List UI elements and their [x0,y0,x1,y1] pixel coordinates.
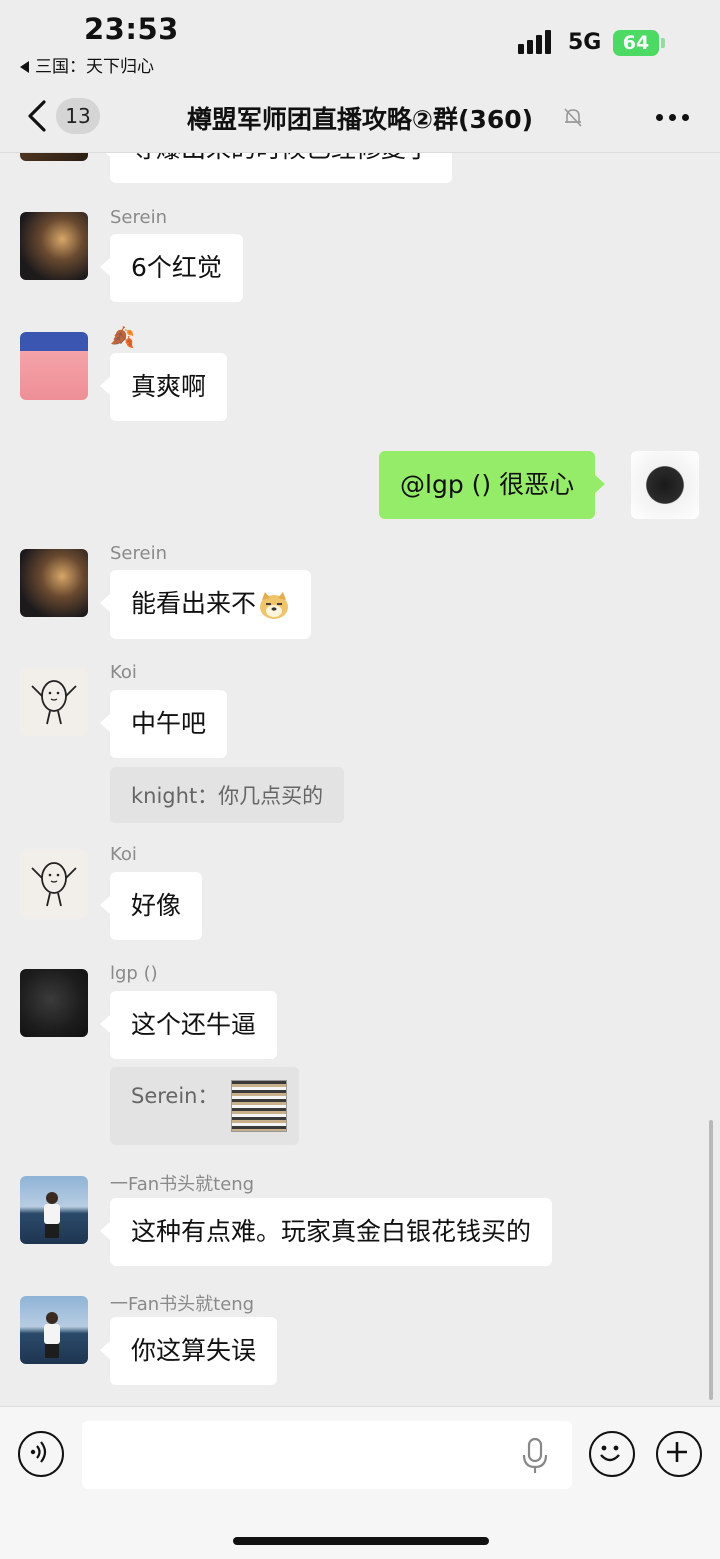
sender-name: 一Fan书头就teng [110,1174,255,1195]
clock: 23:53 [84,12,179,46]
sender-name: Koi [110,662,137,683]
message-bubble[interactable]: 6个红觉 [100,234,243,302]
doodle-figure-icon [31,862,77,907]
message-bubble[interactable]: 好像 [99,872,203,940]
battery-tip [661,38,665,48]
battery-icon: 64 [613,30,659,56]
sender-name: 🍂 [110,325,135,349]
avatar[interactable] [20,1176,88,1244]
home-indicator[interactable] [233,1537,489,1545]
input-bar [0,1406,720,1559]
sender-name: Serein [110,543,167,564]
avatar[interactable] [20,332,88,400]
message-bubble[interactable]: 真爽啊 [99,353,228,421]
message-bubble[interactable]: 这个还牛逼 [99,991,278,1059]
message-text: 能看出来不 [131,589,257,618]
mute-bell-icon [564,108,582,127]
more-dots-icon[interactable] [656,114,690,122]
back-to-app-link[interactable]: 三国：天下归心 [20,52,154,77]
microphone-icon[interactable] [520,1437,550,1475]
doodle-figure-icon [31,680,77,725]
person-photo-icon [44,1312,60,1358]
my-avatar[interactable] [631,451,699,519]
quoted-message[interactable]: knight：你几点买的 [110,767,345,823]
doge-emoji-icon [260,592,289,619]
quoted-sender: Serein： [131,1084,219,1108]
emoji-icon[interactable] [589,1431,635,1477]
message-list[interactable]: 等爆出来的时候已经修复了 Serein 6个红觉 🍂 真爽啊 @lgp () 很… [0,153,720,1406]
sender-name: lgp () [110,963,158,984]
quoted-message[interactable]: Serein： [110,1067,300,1145]
message-bubble[interactable]: 中午吧 [99,690,228,758]
scrollbar[interactable] [709,1120,713,1400]
avatar[interactable] [20,969,88,1037]
avatar[interactable] [20,153,88,161]
network-type: 5G [568,30,602,55]
avatar[interactable] [20,1296,88,1364]
sender-name: 一Fan书头就teng [110,1294,255,1315]
person-photo-icon [44,1192,60,1238]
message-bubble[interactable]: 你这算失误 [99,1317,278,1385]
voice-icon[interactable] [18,1431,64,1477]
avatar[interactable] [20,850,88,918]
message-bubble[interactable]: 这种有点难。玩家真金白银花钱买的 [99,1198,553,1266]
unread-count-badge[interactable]: 13 [56,98,100,134]
quoted-image-thumbnail [231,1080,288,1132]
avatar[interactable] [20,212,88,280]
message-bubble[interactable]: 能看出来不 [99,570,312,639]
back-triangle-icon [20,61,29,73]
sender-name: Serein [110,207,167,228]
chat-title[interactable]: 樽盟军师团直播攻略②群(360) [120,100,600,136]
back-chevron-icon[interactable] [24,98,54,134]
signal-strength-icon [518,28,556,54]
sender-name: Koi [110,844,137,865]
plus-icon[interactable] [656,1431,702,1477]
status-bar: 23:53 三国：天下归心 5G 64 [0,0,720,80]
battery-level: 64 [622,32,650,54]
message-bubble[interactable]: 等爆出来的时候已经修复了 [99,153,453,183]
avatar[interactable] [20,549,88,617]
back-app-label: 三国：天下归心 [35,57,154,77]
message-input[interactable] [82,1421,572,1489]
avatar[interactable] [20,668,88,736]
my-message-bubble[interactable]: @lgp () 很恶心 [379,451,606,519]
chat-header: 13 樽盟军师团直播攻略②群(360) [0,80,720,153]
